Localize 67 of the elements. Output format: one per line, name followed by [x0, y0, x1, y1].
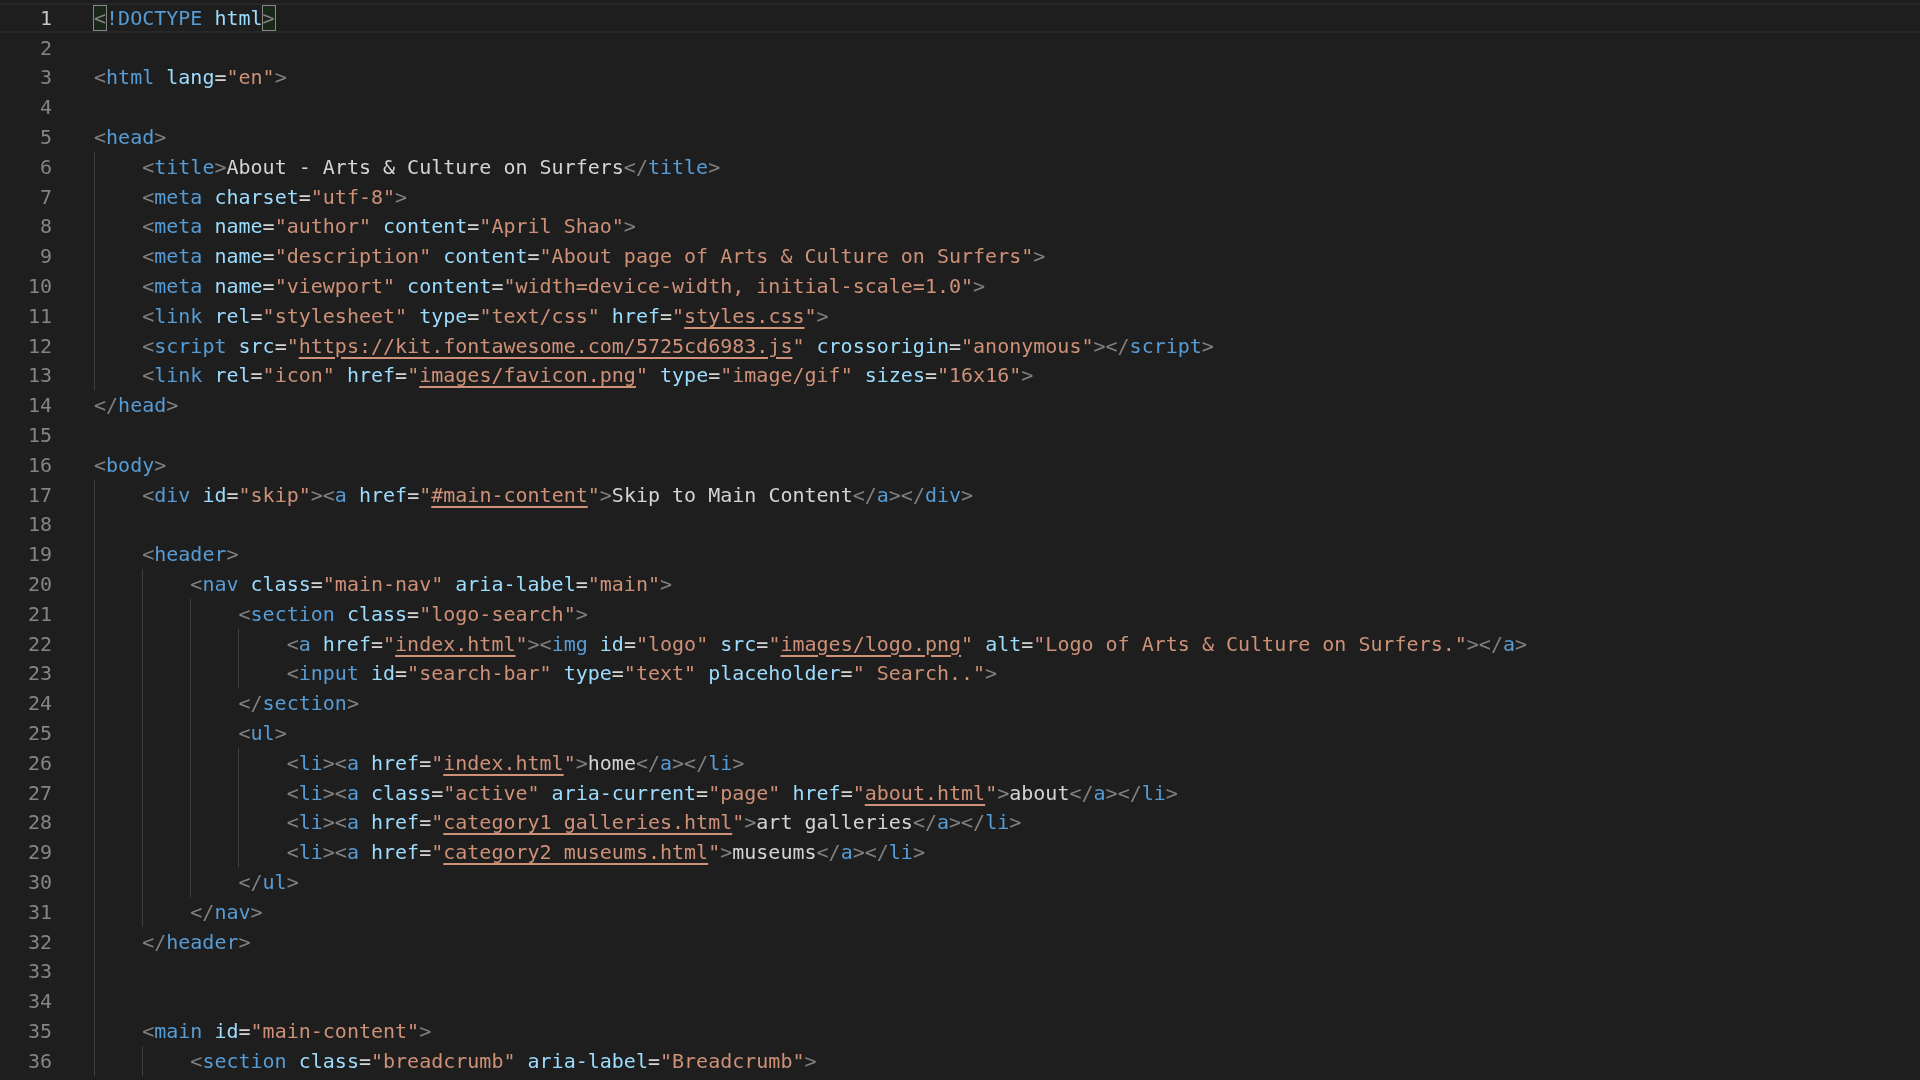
line-number: 30 [26, 870, 52, 894]
line-number: 14 [26, 393, 52, 418]
code-line: </ul> [237, 870, 299, 894]
line-number: 31 [26, 899, 52, 924]
line-number: 10 [26, 274, 52, 299]
line-number: 9 [38, 244, 52, 269]
line-number: 8 [38, 214, 52, 239]
line-number: 4 [38, 95, 52, 120]
line-number: 5 [38, 125, 52, 150]
line-number: 19 [26, 542, 52, 567]
code-line: <!DOCTYPE html> [94, 5, 275, 30]
code-line: <meta name="description" content="About page of Arts & Culture on Surfers"> [141, 244, 1046, 269]
line-number: 24 [26, 691, 52, 716]
line-number: 12 [26, 333, 52, 358]
line-number: 25 [26, 721, 52, 745]
code-line: <input id="search-bar" type="text" placeholder=" Search.."> [285, 661, 998, 686]
line-number: 3 [38, 65, 52, 90]
code-line: <nav class="main-nav" aria-label="main"> [189, 572, 672, 597]
line-number: 33 [26, 959, 52, 984]
code-line: <div id="skip"><a href="#main-content">Skip to Main Content</a></div> [141, 482, 974, 507]
line-number: 13 [26, 363, 52, 388]
line-number: 29 [26, 840, 52, 865]
line-number: 17 [26, 482, 52, 507]
code-line: <meta charset="utf-8"> [141, 184, 408, 209]
code-line: <body> [94, 452, 167, 477]
code-line: </nav> [189, 899, 263, 924]
code-line: <title>About - Arts & Culture on Surfers</title> [141, 154, 721, 179]
current-line[interactable]: 1 <!DOCTYPE html> [0, 3, 1920, 33]
line-number: 22 [26, 631, 52, 656]
code-line: </head> [94, 393, 179, 418]
code-line: <li><a class="active" aria-current="page" href="about.html">about</a></li> [285, 780, 1178, 805]
code-line: </section> [237, 691, 359, 716]
line-number: 6 [38, 154, 52, 179]
code-line: <meta name="viewport" content="width=device-width, initial-scale=1.0"> [141, 274, 986, 299]
line-number: 34 [26, 989, 52, 1014]
line-number: 36 [26, 1048, 52, 1073]
line-number: 28 [26, 810, 52, 835]
line-number: 1 [38, 5, 52, 30]
line-number: 21 [26, 601, 52, 626]
line-number: 18 [26, 512, 52, 537]
line-number: 7 [38, 184, 52, 209]
line-number: 32 [26, 929, 52, 954]
code-line: <link rel="stylesheet" type="text/css" href="styles.css"> [141, 303, 829, 328]
code-line: <html lang="en"> [94, 65, 287, 90]
code-line: <section class="breadcrumb" aria-label="Breadcrumb"> [189, 1048, 817, 1073]
line-number: 2 [38, 35, 52, 60]
code-line: <main id="main-content"> [141, 1019, 432, 1043]
code-line: <a href="index.html"><img id="logo" src="images/logo.png" alt="Logo of Arts & Culture on Surfers."></a> [285, 631, 1528, 656]
code-line: <li><a href="category2_museums.html">museums</a></li> [285, 840, 925, 865]
code-line: <script src="https://kit.fontawesome.com/5725cd6983.js" crossorigin="anonymous"></script> [141, 333, 1214, 358]
line-number: 26 [26, 750, 52, 775]
line-number: 16 [26, 452, 52, 477]
line-number: 15 [26, 423, 52, 448]
line-number: 35 [26, 1019, 52, 1043]
code-line: <meta name="author" content="April Shao"> [141, 214, 636, 239]
code-line: <ul> [237, 721, 287, 745]
line-number: 23 [26, 661, 52, 686]
code-line: <header> [141, 542, 239, 567]
code-line: <li><a href="category1_galleries.html">art galleries</a></li> [285, 810, 1022, 835]
line-number: 11 [26, 303, 52, 328]
line-number: 20 [26, 572, 52, 597]
line-number: 27 [26, 780, 52, 805]
code-line: <head> [94, 125, 167, 150]
code-line: <section class="logo-search"> [237, 601, 588, 626]
code-line: <link rel="icon" href="images/favicon.png" type="image/gif" sizes="16x16"> [141, 363, 1034, 388]
code-line: <li><a href="index.html">home</a></li> [285, 750, 745, 775]
code-line: </header> [141, 929, 251, 954]
